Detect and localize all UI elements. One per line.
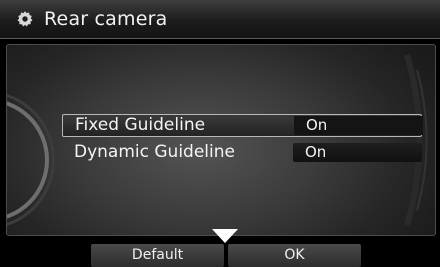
- page-title: Rear camera: [44, 8, 168, 30]
- header-bar: Rear camera: [0, 0, 440, 39]
- setting-value: On: [293, 143, 422, 162]
- down-arrow-icon[interactable]: [211, 228, 239, 244]
- setting-row-dynamic-guideline[interactable]: Dynamic Guideline On: [62, 142, 422, 163]
- settings-panel: Fixed Guideline On Dynamic Guideline On: [6, 44, 436, 236]
- rear-camera-screen: Rear camera Fixed Guideline On Dynamic G…: [0, 0, 440, 267]
- bottom-button-bar: Default OK: [0, 244, 440, 267]
- panel-background-arc: [7, 54, 428, 226]
- setting-label: Fixed Guideline: [75, 115, 206, 135]
- setting-label: Dynamic Guideline: [74, 142, 235, 162]
- setting-row-fixed-guideline[interactable]: Fixed Guideline On: [62, 114, 423, 137]
- default-button[interactable]: Default: [91, 244, 224, 267]
- gear-icon: [17, 11, 33, 27]
- ok-button[interactable]: OK: [228, 244, 361, 267]
- setting-value: On: [294, 116, 423, 135]
